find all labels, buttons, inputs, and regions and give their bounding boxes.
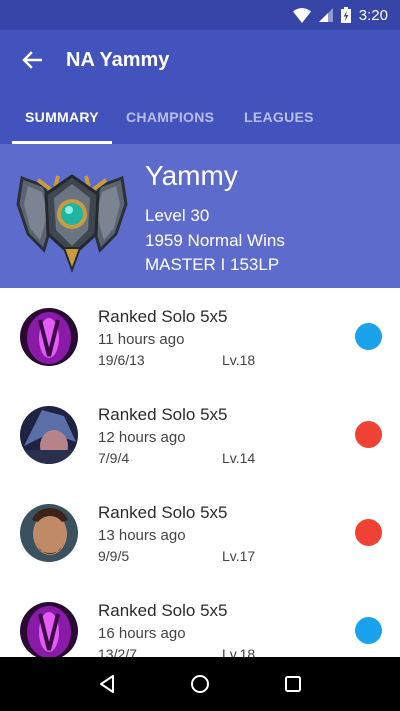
match-list-item[interactable]: Ranked Solo 5x5 12 hours ago 7/9/4 Lv.14 — [0, 386, 400, 484]
match-kda: 9/9/5 — [98, 548, 130, 564]
match-level: Lv.17 — [222, 548, 256, 564]
match-time: 11 hours ago — [98, 331, 185, 348]
match-level: Lv.18 — [222, 352, 256, 368]
status-time: 3:20 — [358, 6, 388, 24]
champion-portrait-icon — [20, 602, 78, 657]
match-kda: 7/9/4 — [98, 450, 130, 466]
match-time: 16 hours ago — [98, 625, 186, 642]
champion-avatar — [20, 602, 78, 657]
ranked-tier: MASTER I 153LP — [145, 255, 280, 274]
cellular-signal-icon — [318, 8, 333, 22]
match-history-list: Ranked Solo 5x5 11 hours ago 19/6/13 Lv.… — [0, 288, 400, 657]
champion-portrait-icon — [20, 504, 78, 562]
normal-wins: 1959 Normal Wins — [145, 231, 285, 250]
system-navigation-bar — [0, 657, 400, 711]
square-recents-icon — [285, 676, 302, 692]
status-bar: 3:20 — [0, 0, 400, 30]
profile-summary: Yammy Level 30 1959 Normal Wins MASTER I… — [0, 144, 400, 288]
champion-avatar — [20, 504, 78, 562]
match-result-indicator — [355, 421, 382, 448]
match-queue: Ranked Solo 5x5 — [98, 503, 228, 522]
summoner-level: Level 30 — [145, 206, 210, 225]
tab-leagues-label: LEAGUES — [244, 109, 314, 125]
match-level: Lv.14 — [222, 450, 256, 466]
match-kda: 19/6/13 — [98, 352, 145, 368]
match-time: 13 hours ago — [98, 527, 186, 544]
tab-summary[interactable]: SUMMARY — [12, 90, 112, 144]
match-result-indicator — [355, 617, 382, 644]
back-button[interactable] — [0, 30, 64, 90]
match-result-indicator — [355, 519, 382, 546]
tab-champions-label: CHAMPIONS — [126, 109, 215, 125]
champion-avatar — [20, 406, 78, 464]
page-title: NA Yammy — [66, 48, 170, 71]
match-kda: 13/2/7 — [98, 646, 137, 657]
tab-champions[interactable]: CHAMPIONS — [126, 90, 214, 144]
wifi-icon — [292, 7, 311, 23]
triangle-back-icon — [99, 675, 114, 693]
match-time: 12 hours ago — [98, 429, 186, 446]
match-queue: Ranked Solo 5x5 — [98, 405, 228, 424]
nav-home-button[interactable] — [180, 664, 220, 704]
champion-avatar — [20, 308, 78, 366]
tab-bar: SUMMARY CHAMPIONS LEAGUES — [0, 90, 400, 144]
tab-leagues[interactable]: LEAGUES — [244, 90, 314, 144]
match-queue: Ranked Solo 5x5 — [98, 601, 228, 620]
match-list-item[interactable]: Ranked Solo 5x5 11 hours ago 19/6/13 Lv.… — [0, 288, 400, 386]
nav-back-button[interactable] — [87, 664, 127, 704]
champion-portrait-icon — [20, 308, 78, 366]
battery-charging-icon — [340, 7, 351, 23]
match-list-item[interactable]: Ranked Solo 5x5 16 hours ago 13/2/7 Lv.1… — [0, 582, 400, 657]
tab-summary-label: SUMMARY — [25, 109, 99, 125]
master-rank-emblem-icon — [16, 174, 128, 273]
champion-portrait-icon — [20, 406, 78, 464]
summoner-name: Yammy — [145, 160, 238, 191]
nav-recents-button[interactable] — [273, 664, 313, 704]
match-queue: Ranked Solo 5x5 — [98, 307, 228, 326]
arrow-back-icon — [22, 51, 42, 69]
match-list-item[interactable]: Ranked Solo 5x5 13 hours ago 9/9/5 Lv.17 — [0, 484, 400, 582]
match-result-indicator — [355, 323, 382, 350]
circle-home-icon — [190, 675, 209, 693]
app-bar: NA Yammy — [0, 30, 400, 90]
match-level: Lv.18 — [222, 646, 256, 657]
